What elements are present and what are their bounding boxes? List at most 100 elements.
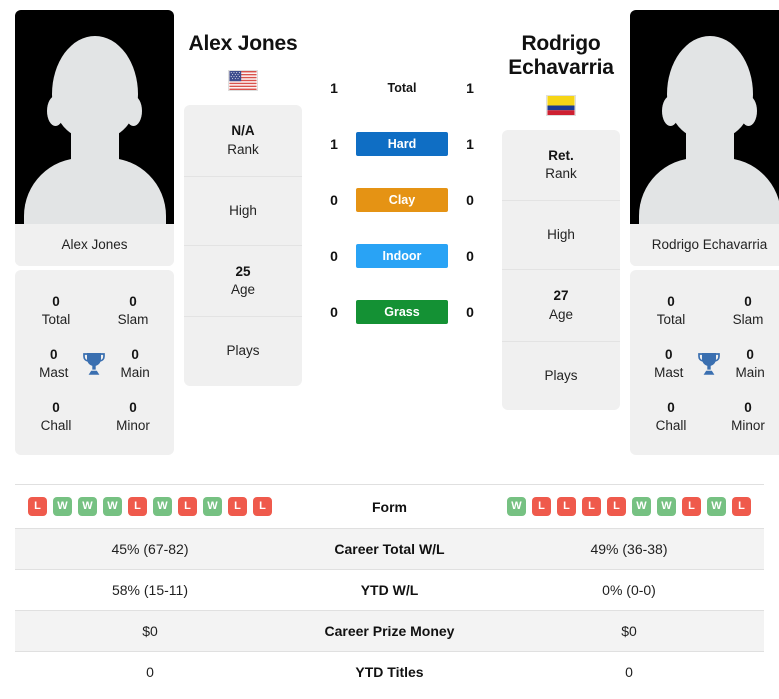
surface-badge-indoor[interactable]: Indoor [356,244,448,268]
left-trophy-slam-value: 0 [129,293,137,309]
form-badge-win[interactable]: W [78,497,97,516]
form-badge-win[interactable]: W [632,497,651,516]
table-row: $0 Career Prize Money $0 [15,610,764,652]
stat-label: YTD Titles [355,664,424,681]
right-high-cell: High [502,201,620,271]
h2h-left-count: 1 [330,136,338,152]
left-form-strip: LWWWLWLWLL [21,497,279,516]
avatar-silhouette-ear-right [740,96,757,126]
right-player-photo [630,10,779,224]
left-avatar-card[interactable]: Alex Jones [15,10,174,266]
comparison-stats-table: L W W W L W L W L L Form W L L L L W W L W L 45% (67-82) Caree… [15,484,764,693]
form-badge-win[interactable]: W [657,497,676,516]
surface-badge-clay[interactable]: Clay [356,188,448,212]
form-badge-win[interactable]: W [707,497,726,516]
right-trophy-chall-label: Chall [655,417,687,433]
right-stat-cell: $0 [621,623,637,639]
left-trophy-chall-value: 0 [52,399,60,415]
left-trophy-main-value: 0 [131,346,139,362]
table-row: L W W W L W L W L L Form W L L L L W W L W L [15,484,764,529]
right-stat-cell: WLLLLWWLWL [494,485,764,529]
right-stat-cell: 0 [625,664,633,681]
left-high-label: High [229,202,257,218]
left-rank-value: N/A [231,123,255,139]
form-badge-loss[interactable]: L [532,497,551,516]
right-trophy-minor-value: 0 [744,399,752,415]
form-badge-loss[interactable]: L [128,497,147,516]
right-avatar-card[interactable]: Rodrigo Echavarria [630,10,779,266]
avatar-silhouette-ear-right [125,96,142,126]
head-to-head-column: 1 Total 1 1 Hard 1 0 Clay 0 0 Indoor 0 0 Grass 0 [312,10,492,340]
top-section: Alex Jones 0 Total 0 Slam 0 Mast 0 Main … [0,0,779,470]
left-rank-label: Rank [227,141,259,157]
right-rank-value: Ret. [548,147,574,163]
right-trophy-total-label: Total [656,311,686,327]
left-trophy-total-value: 0 [52,293,60,309]
h2h-row-grass: 0 Grass 0 [312,284,492,340]
form-badge-win[interactable]: W [153,497,172,516]
form-badge-win[interactable]: W [203,497,222,516]
player-comparison-page: Alex Jones 0 Total 0 Slam 0 Mast 0 Main … [0,0,779,699]
left-trophy-main-label: Main [120,364,150,380]
left-rank-cell: N/A Rank [184,105,302,177]
right-trophy-chall-value: 0 [667,399,675,415]
left-stat-cell: LWWWLWLWLL [15,485,285,529]
right-plays-cell: Plays [502,342,620,410]
right-trophy-slam-value: 0 [744,293,752,309]
surface-badge-grass[interactable]: Grass [356,300,448,324]
trophy-row-middle: 0 Mast 0 Main [630,337,779,390]
stat-label: Career Total W/L [334,541,445,557]
h2h-row-indoor: 0 Indoor 0 [312,228,492,284]
table-row: 0 YTD Titles 0 [15,651,764,693]
trophy-icon [81,348,109,380]
right-trophy-slam-label: Slam [732,311,764,327]
right-trophy-main-label: Main [735,364,765,380]
form-badge-loss[interactable]: L [682,497,701,516]
left-stat-cell: 0 [146,664,154,681]
form-badge-loss[interactable]: L [253,497,272,516]
h2h-left-count: 0 [330,304,338,320]
right-stat-cell: 49% (36-38) [590,541,668,557]
form-badge-loss[interactable]: L [607,497,626,516]
form-badge-win[interactable]: W [103,497,122,516]
h2h-row-hard: 1 Hard 1 [312,116,492,172]
left-trophy-total-label: Total [41,311,71,327]
h2h-rows: 1 Total 1 1 Hard 1 0 Clay 0 0 Indoor 0 0 Grass 0 [312,60,492,340]
form-badge-loss[interactable]: L [228,497,247,516]
left-trophy-total: 0 Total [27,293,85,329]
form-badge-loss[interactable]: L [28,497,47,516]
h2h-left-count: 1 [330,80,338,96]
form-badge-loss[interactable]: L [557,497,576,516]
left-player-name[interactable]: Alex Jones [184,10,302,56]
table-row: 58% (15-11) YTD W/L 0% (0-0) [15,569,764,611]
left-trophy-chall: 0 Chall [27,399,85,435]
form-badge-loss[interactable]: L [732,497,751,516]
left-flag-wrap [184,56,302,92]
us-flag-icon [228,70,258,92]
h2h-right-count: 0 [466,248,474,264]
trophy-row-middle: 0 Mast 0 Main [15,337,174,390]
trophy-icon [696,348,724,380]
form-badge-loss[interactable]: L [582,497,601,516]
left-player-photo [15,10,174,224]
right-info-card: Ret. Rank High 27 Age Plays [502,129,620,411]
left-trophy-mast-value: 0 [50,346,58,362]
left-trophy-mast-label: Mast [39,364,69,380]
form-badge-loss[interactable]: L [178,497,197,516]
left-plays-label: Plays [226,343,260,359]
right-age-label: Age [548,306,574,322]
left-stat-cell: 45% (67-82) [111,541,189,557]
right-player-name[interactable]: Rodrigo Echavarria [502,10,620,81]
right-trophy-slam: 0 Slam [719,293,777,329]
left-trophy-slam: 0 Slam [104,293,162,329]
form-badge-win[interactable]: W [507,497,526,516]
avatar-silhouette-body [23,158,166,224]
trophy-row-top: 0 Total 0 Slam [630,284,779,337]
form-badge-win[interactable]: W [53,497,72,516]
left-stat-cell: 58% (15-11) [111,582,188,598]
left-age-value: 25 [235,264,251,280]
surface-badge-hard[interactable]: Hard [356,132,448,156]
left-trophy-chall-label: Chall [40,417,72,433]
left-avatar-name: Alex Jones [15,224,174,266]
right-trophy-total-value: 0 [667,293,675,309]
